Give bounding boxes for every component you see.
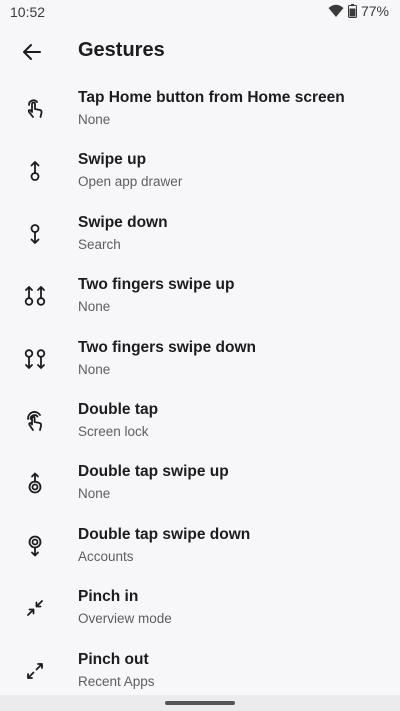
gesture-list: Tap Home button from Home screen None Sw…: [0, 80, 400, 704]
pinch-in-icon: [20, 593, 50, 623]
item-summary: Overview mode: [78, 611, 172, 627]
item-title: Double tap swipe down: [78, 525, 251, 543]
item-summary: Screen lock: [78, 423, 149, 439]
item-title: Tap Home button from Home screen: [78, 89, 345, 106]
item-summary: None: [78, 361, 111, 377]
app-bar: Gestures: [0, 30, 400, 72]
item-title: Swipe down: [78, 213, 168, 231]
list-item-two-finger-swipe-down[interactable]: Two fingers swipe down None: [0, 330, 400, 392]
item-summary: Open app drawer: [78, 174, 183, 190]
pinch-out-icon: [20, 656, 50, 686]
list-item-swipe-down[interactable]: Swipe down Search: [0, 205, 400, 267]
double-tap-swipe-down-icon: [20, 531, 50, 561]
double-tap-icon: [20, 406, 50, 436]
list-item-double-tap-swipe-down[interactable]: Double tap swipe down Accounts: [0, 517, 400, 579]
item-title: Pinch in: [78, 588, 139, 606]
status-right: 77%: [328, 3, 389, 19]
list-item-double-tap[interactable]: Double tap Screen lock: [0, 392, 400, 454]
item-title: Two fingers swipe up: [78, 276, 235, 294]
back-button[interactable]: [18, 38, 46, 66]
list-item-pinch-in[interactable]: Pinch in Overview mode: [0, 579, 400, 641]
status-bar: 10:52 77%: [0, 0, 400, 26]
list-item-double-tap-swipe-up[interactable]: Double tap swipe up None: [0, 454, 400, 516]
item-summary: Recent Apps: [78, 673, 155, 689]
item-summary: Accounts: [78, 548, 134, 564]
list-item-tap-home[interactable]: Tap Home button from Home screen None: [0, 80, 400, 142]
swipe-up-icon: [20, 156, 50, 186]
item-summary: Search: [78, 236, 121, 252]
item-title: Double tap swipe up: [78, 463, 229, 481]
item-title: Double tap: [78, 400, 159, 418]
list-item-two-finger-swipe-up[interactable]: Two fingers swipe up None: [0, 267, 400, 329]
tap-gesture-icon: [20, 94, 50, 124]
item-title: Pinch out: [78, 650, 149, 668]
double-tap-swipe-up-icon: [20, 468, 50, 498]
list-item-swipe-up[interactable]: Swipe up Open app drawer: [0, 142, 400, 204]
two-finger-swipe-down-icon: [20, 344, 50, 374]
swipe-down-icon: [20, 219, 50, 249]
item-summary: None: [78, 299, 111, 315]
battery-icon: [347, 4, 357, 18]
battery-percent: 77%: [360, 3, 389, 19]
item-summary: None: [78, 486, 111, 502]
navigation-bar: [0, 695, 400, 711]
page-title: Gestures: [78, 39, 165, 61]
status-time: 10:52: [10, 4, 46, 20]
item-title: Two fingers swipe down: [78, 338, 256, 356]
gesture-nav-handle[interactable]: [165, 701, 235, 705]
item-summary: None: [78, 112, 111, 127]
wifi-icon: [328, 4, 344, 18]
two-finger-swipe-up-icon: [20, 281, 50, 311]
item-title: Swipe up: [78, 151, 147, 169]
back-arrow-icon: [22, 42, 42, 62]
